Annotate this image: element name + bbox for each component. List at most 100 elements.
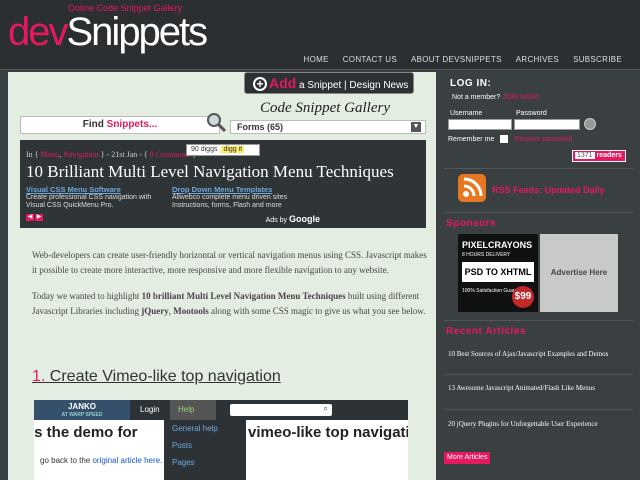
demo-dropdown-menu: General help Posts Pages (164, 420, 246, 480)
more-articles-button[interactable]: More Articles (444, 452, 491, 464)
recent-article-link[interactable]: 20 jQuery Plugins for Unforgettable User… (448, 418, 624, 430)
ad-visual-css[interactable]: Visual CSS Menu Software Create professi… (26, 186, 166, 210)
join-now-link[interactable]: JOIN NOW! (502, 94, 539, 101)
demo-logo-text: JANKO (67, 402, 96, 411)
ads-by-google[interactable]: Ads by Google (266, 214, 320, 224)
goback-link: original article here (92, 456, 161, 465)
sidebar: LOG IN: Not a member? JOIN NOW! Username… (440, 72, 640, 480)
goback-pre: go back to the (40, 456, 93, 465)
remember-checkbox[interactable] (500, 135, 509, 143)
username-field[interactable] (448, 119, 512, 130)
article-body: Web-developers can create user-friendly … (32, 248, 428, 330)
goback-post: . (160, 456, 163, 465)
add-snippet-button[interactable]: + Add a Snippet | Design News (244, 72, 414, 94)
pix-price: $99 (512, 286, 534, 308)
next-arrow-icon[interactable]: ▶ (35, 214, 43, 221)
demo-logo: JANKO AT WARP SPEED (34, 400, 130, 420)
digg-badge[interactable]: 90 diggs digg it (186, 144, 260, 156)
demo-text-right: vimeo-like top navigati (248, 424, 408, 441)
recent-article-link[interactable]: 10 Best Sources of Ajax/Javascript Examp… (448, 348, 624, 360)
category-link-menu[interactable]: Menu (41, 150, 60, 159)
p2-a: Today we wanted to highlight (32, 291, 142, 301)
google-label: Google (289, 214, 320, 224)
main-content: + Add a Snippet | Design News Code Snippe… (8, 72, 436, 480)
not-member-text: Not a member? (452, 94, 503, 101)
demo-menu-item: Pages (172, 458, 195, 467)
digg-count: 90 diggs (191, 146, 218, 153)
add-button-rest: a Snippet | Design News (299, 80, 409, 91)
section-heading-1[interactable]: 1. Create Vimeo-like top navigation (32, 368, 281, 386)
login-submit-button[interactable] (584, 118, 596, 130)
add-label: Add (269, 75, 297, 91)
ads-by-label: Ads by (265, 217, 289, 224)
search-icon: ⌕ (323, 404, 328, 413)
recent-articles-title: Recent Articles (446, 326, 526, 337)
logo-snippets: Snippets (66, 10, 209, 54)
category-link-navigation[interactable]: Navigation (63, 150, 99, 159)
pix-name: PIXELCRAYONS (462, 240, 533, 250)
digg-it-button[interactable]: digg it (221, 146, 245, 153)
nav-archives[interactable]: ARCHIVES (516, 55, 559, 64)
p2-d: jQuery (141, 306, 169, 316)
category-select-value: Forms (65) (237, 122, 284, 132)
site-logo[interactable]: devSnippets (8, 10, 209, 54)
plus-icon: + (253, 77, 267, 91)
demo-help: Help (170, 400, 216, 420)
demo-screenshot[interactable]: JANKO AT WARP SPEED Login Help ⌕ is the d… (34, 400, 408, 480)
remember-label: Remember me (448, 135, 495, 143)
nav-about[interactable]: ABOUT DEVSNIPPETS (411, 55, 502, 64)
find-label: Find (82, 119, 107, 130)
top-navigation: HOME CONTACT US ABOUT DEVSNIPPETS ARCHIV… (304, 55, 622, 64)
demo-menu-item: Posts (172, 441, 193, 450)
sponsors-title: Sponsors (446, 218, 497, 229)
divider (444, 374, 634, 375)
nav-subscribe[interactable]: SUBSCRIBE (573, 55, 622, 64)
paragraph-intro: Web-developers can create user-friendly … (32, 250, 427, 275)
nav-home[interactable]: HOME (304, 55, 329, 64)
post-date: } - 21st Jan - { (98, 150, 150, 159)
find-snippets-search[interactable]: Find Snippets... (20, 113, 227, 134)
recent-article-link[interactable]: 13 Awesome Javascript Animated/Flash Lik… (448, 382, 624, 394)
p2-g: along with some CSS magic to give us wha… (208, 306, 426, 316)
post-title[interactable]: 10 Brilliant Multi Level Navigation Menu… (26, 162, 394, 182)
ad-title[interactable]: Drop Down Menu Templates (172, 186, 312, 194)
comments-link[interactable]: 8 Comments (150, 150, 191, 159)
demo-goback: go back to the original article here. (40, 456, 162, 465)
divider (444, 409, 634, 410)
rss-feeds-link[interactable]: RSS Feeds: Updated Daily (492, 185, 605, 195)
pixelcrayons-ad[interactable]: PIXELCRAYONS 8 HOURS DELIVERY PSD TO XHT… (458, 234, 538, 312)
snippets-label: Snippets... (106, 119, 158, 130)
demo-text-left: is the demo for (34, 424, 138, 441)
ad-title[interactable]: Visual CSS Menu Software (26, 186, 166, 194)
dropdown-arrow-icon[interactable]: ▼ (411, 122, 421, 132)
demo-menu-item: General help (172, 424, 218, 433)
ad-text: Allwebco complete menu driven sites Inst… (172, 194, 288, 209)
ad-nav-arrows: ◀ ▶ (26, 214, 43, 221)
divider (444, 212, 634, 213)
divider (444, 168, 634, 169)
p2-b: 10 brilliant Multi Level Navigation Menu… (141, 291, 346, 301)
demo-login: Login (140, 405, 160, 414)
password-label: Password (516, 110, 547, 117)
gallery-title: Code Snippet Gallery (260, 100, 390, 116)
password-field[interactable] (514, 119, 580, 130)
magnifier-icon[interactable] (205, 111, 227, 133)
demo-logo-sub: AT WARP SPEED (61, 412, 103, 418)
readers-label: readers (594, 152, 622, 159)
prev-arrow-icon[interactable]: ◀ (26, 214, 34, 221)
divider (444, 320, 634, 321)
section-title: Create Vimeo-like top navigation (45, 368, 281, 385)
nav-contact[interactable]: CONTACT US (343, 55, 397, 64)
recover-password-link[interactable]: Recover password (514, 136, 572, 143)
category-select[interactable]: Forms (65) ▼ (230, 120, 426, 134)
pix-psd: PSD TO XHTML (462, 262, 534, 282)
section-number: 1. (32, 368, 46, 385)
rss-icon[interactable] (458, 174, 486, 202)
meta-in: In { (26, 150, 41, 159)
site-header: Online Code Snippet Gallery devSnippets … (0, 0, 640, 70)
advertise-here[interactable]: Advertise Here (540, 234, 618, 312)
username-label: Username (450, 110, 483, 117)
readers-badge[interactable]: 1371 readers (572, 150, 626, 162)
ad-dropdown-templates[interactable]: Drop Down Menu Templates Allwebco comple… (172, 186, 312, 210)
login-title: LOG IN: (450, 78, 492, 89)
